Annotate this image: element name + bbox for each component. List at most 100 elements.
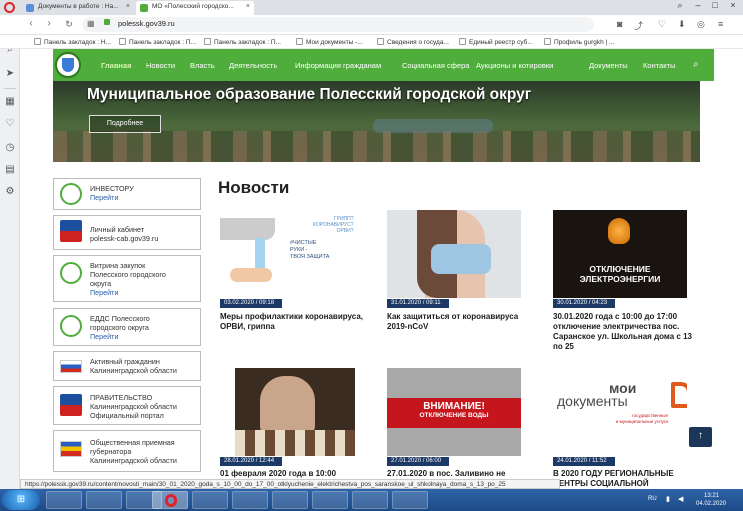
close-tab-icon[interactable]: × [126,3,130,10]
news-headline[interactable]: Меры профилактики коронавируса, ОРВИ, гр… [220,312,370,332]
share-icon[interactable]: ⤴ [634,19,643,32]
nav-activity[interactable]: Деятельность [229,61,277,70]
nav-news[interactable]: Новости [146,61,175,70]
news-date: 03.02.2020 / 09:18 [220,299,282,308]
nav-social[interactable]: Социальная сфера [402,61,469,70]
scroll-up-button[interactable]: ↑ [689,427,712,447]
language-indicator[interactable]: RU [648,496,657,502]
speed-dial-icon[interactable]: ▦ [87,19,95,28]
tab-label: Документы в работе : На... [38,3,119,10]
widget-cabinet[interactable]: Личный кабинет polessk-cab.gov39.ru [53,215,201,250]
search-icon[interactable]: ⌕ [693,59,699,70]
settings-icon[interactable]: ⚙ [4,186,16,197]
close-window-button[interactable]: × [725,0,741,10]
taskbar-app-excel[interactable] [352,491,388,509]
history-icon[interactable]: ◷ [4,142,16,153]
widget-procurement[interactable]: Витрина закупок Полесского городского окру… [53,255,201,302]
mfc-logo-icon [671,382,687,408]
heart-icon[interactable]: ♡ [4,118,16,129]
send-icon[interactable]: ➤ [4,68,16,79]
forward-button[interactable]: › [42,18,56,29]
maximize-button[interactable]: □ [707,0,723,10]
menu-icon[interactable]: ≡ [718,19,723,29]
back-button[interactable]: ‹ [24,18,38,29]
news-date: 28.01.2020 / 12:44 [220,457,282,466]
news-image[interactable]: мои документы государственные и муниципа… [553,368,687,456]
bookmark-item[interactable]: Единый реестр суб... [459,38,533,46]
system-tray: RU ▮ ◀ 13:21 04.02.2020 [646,491,743,509]
regional-flag-icon [60,441,82,457]
faucet-illustration [220,218,275,240]
snapshot-icon[interactable]: ◎ [697,19,705,30]
bookmark-item[interactable]: Мои документы -... [296,38,363,46]
minimize-button[interactable]: – [690,0,706,10]
nav-authority[interactable]: Власть [190,61,215,70]
news-image[interactable] [387,210,521,298]
taskbar-app-window[interactable] [86,491,122,509]
news-headline[interactable]: 30.01.2020 года с 10:00 до 17:00 отключе… [553,312,703,352]
taskbar-app-docs[interactable] [272,491,308,509]
news-date: 30.01.2020 / 04:23 [553,299,615,308]
taskbar-app-folder[interactable] [232,491,268,509]
nav-documents[interactable]: Документы [589,61,628,70]
taskbar-app-word[interactable] [312,491,348,509]
news-headline[interactable]: Как защититься от коронавируса 2019-nCoV [387,312,537,332]
widget-investor[interactable]: ИНВЕСТОРУ Перейти [53,178,201,210]
hands-illustration [230,268,272,282]
news-headline[interactable]: 01 февраля 2020 года в 10:00 [220,469,370,479]
bookmark-item[interactable]: Панель закладок : П... [119,38,196,46]
news-image[interactable]: ОТКЛЮЧЕНИЕ ЭЛЕКТРОЭНЕРГИИ [553,210,687,298]
start-button[interactable]: ⊞ [2,490,40,510]
medical-mask [431,244,491,274]
image-text: #ЧИСТЫЕ [290,240,317,246]
taskbar-app-mail[interactable] [192,491,228,509]
widget-active-citizen[interactable]: Активный гражданин Калининградской област… [53,351,201,381]
site-logo[interactable] [55,52,81,78]
speed-dial-icon[interactable]: ▦ [4,96,16,107]
close-tab-icon[interactable]: × [246,3,250,10]
tab-search-icon[interactable]: ⌕ [672,0,688,11]
warning-banner: ВНИМАНИЕ! ОТКЛЮЧЕНИЕ ВОДЫ [387,398,521,428]
download-icon[interactable]: ⬇ [678,19,686,30]
taskbar-app-other[interactable] [392,491,428,509]
person-photo [260,376,315,436]
widget-government[interactable]: ПРАВИТЕЛЬСТВО Калининградской области Офиц… [53,386,201,425]
status-url: https://polessk.gov39.ru/content/novosti… [20,479,560,489]
heart-icon[interactable]: ♡ [658,19,666,30]
nav-citizens-info[interactable]: Информация гражданам [295,61,381,70]
nav-home[interactable]: Главная [101,61,132,70]
widget-governor-reception[interactable]: Общественная приемная губернатора Калининг… [53,430,201,472]
taskbar-app-explorer[interactable] [46,491,82,509]
coat-of-arms-icon [62,58,74,72]
news-image[interactable]: ВНИМАНИЕ! ОТКЛЮЧЕНИЕ ВОДЫ [387,368,521,456]
news-image[interactable] [235,368,355,456]
bookmark-item[interactable]: Сведения о госуда... [377,38,449,46]
camera-icon[interactable]: ◙ [617,19,622,29]
clock-date[interactable]: 04.02.2020 [696,501,726,507]
address-bar: ‹ › ↻ ▦ [0,15,743,35]
nav-auctions[interactable]: Аукционы и котировки [476,61,553,70]
nav-contacts[interactable]: Контакты [643,61,675,70]
taskbar-app-opera[interactable] [152,491,188,509]
news-headline[interactable]: 27.01.2020 в пос. Заливино не [387,469,537,479]
volume-icon[interactable]: ◀ [678,495,683,503]
clock-time[interactable]: 13:21 [704,493,719,499]
opera-sidebar: ⌕ ➤ ▦ ♡ ◷ ▤ ⚙ [0,0,20,489]
tab-polessk[interactable]: МО «Полесский городско... × [136,1,254,15]
news-heading: Новости [218,178,290,197]
widget-edds[interactable]: ЕДДС Полесского городского округа Перейти [53,308,201,346]
water-stream [255,238,265,272]
news-headline[interactable]: В 2020 ГОДУ РЕГИОНАЛЬНЫЕ ЦЕНТРЫ СОЦИАЛЬН… [553,469,703,489]
network-icon[interactable]: ▮ [666,495,670,503]
regional-arms-icon [60,394,82,416]
hero-more-button[interactable]: Подробнее [89,115,161,133]
opera-menu-icon[interactable] [4,2,15,13]
extensions-icon[interactable]: ▤ [4,164,16,175]
news-image[interactable]: ГРИПП? КОРОНАВИРУС? ОРВИ? #ЧИСТЫЕ РУКИ -… [220,210,354,298]
reload-icon[interactable]: ↻ [62,19,76,30]
tab-documents[interactable]: Документы в работе : На... × [22,1,134,15]
bookmark-item[interactable]: Профиль gurgkh | ... [544,38,614,46]
bookmark-item[interactable]: Панель закладок : Н... [34,38,111,46]
bookmark-item[interactable]: Панель закладок : П... [204,38,281,46]
url-text[interactable]: polessk.gov39.ru [118,19,175,28]
